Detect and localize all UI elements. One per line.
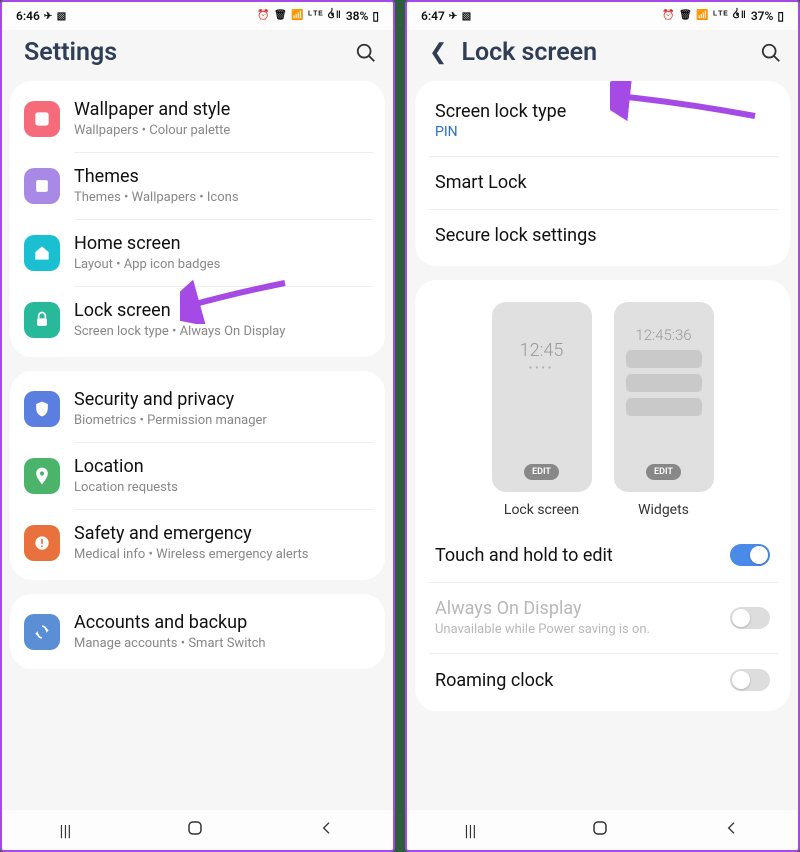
item-touch-hold-edit[interactable]: Touch and hold to edit — [415, 528, 790, 582]
item-title: Themes — [74, 166, 371, 187]
item-title: Wallpaper and style — [74, 99, 371, 120]
item-sub: Unavailable while Power saving is on. — [435, 622, 730, 637]
battery-icon: ▯ — [777, 9, 784, 23]
search-icon[interactable] — [355, 42, 377, 64]
item-title: Safety and emergency — [74, 523, 371, 544]
nav-bar: ||| — [407, 810, 798, 850]
settings-group: Accounts and backup Manage accounts • Sm… — [10, 594, 385, 669]
item-title: Security and privacy — [74, 389, 371, 410]
preview-label: Lock screen — [504, 502, 579, 518]
toggle-roaming-clock[interactable] — [730, 669, 770, 691]
back-icon[interactable]: ❮ — [429, 40, 447, 65]
item-screen-lock-type[interactable]: Screen lock type PIN — [415, 85, 790, 156]
settings-item-location[interactable]: Location Location requests — [10, 442, 385, 509]
status-bar: 6:46 ✈ ▧ ⏰ 🗑 📶 ᴸᵀᴱ ᪕‖ 38% ▯ — [2, 2, 393, 30]
settings-group: Screen lock type PIN Smart Lock Secure l… — [415, 81, 790, 266]
themes-icon — [24, 168, 60, 204]
header: Settings — [2, 30, 393, 81]
nav-back[interactable] — [319, 820, 335, 840]
item-title: Lock screen — [74, 300, 371, 321]
status-time: 6:46 — [16, 9, 40, 23]
item-title: Accounts and backup — [74, 612, 371, 633]
nav-home[interactable] — [591, 819, 609, 841]
settings-group: Wallpaper and style Wallpapers • Colour … — [10, 81, 385, 357]
widget-placeholder — [626, 398, 702, 416]
item-roaming-clock[interactable]: Roaming clock — [415, 653, 790, 707]
item-title: Always On Display — [435, 598, 730, 619]
item-sub: PIN — [435, 124, 770, 140]
nav-home[interactable] — [186, 819, 204, 841]
wallpaper-icon — [24, 101, 60, 137]
lock-settings-list: Screen lock type PIN Smart Lock Secure l… — [407, 81, 798, 810]
item-sub: Medical info • Wireless emergency alerts — [74, 547, 371, 562]
status-bar: 6:47 ✈ ▧ ⏰ 🗑 📶 ᴸᵀᴱ ᪕‖ 37% ▯ — [407, 2, 798, 30]
item-smart-lock[interactable]: Smart Lock — [415, 156, 790, 209]
shield-icon — [24, 391, 60, 427]
location-icon — [24, 458, 60, 494]
header: ❮ Lock screen — [407, 30, 798, 81]
settings-group: Security and privacy Biometrics • Permis… — [10, 371, 385, 580]
item-secure-lock-settings[interactable]: Secure lock settings — [415, 209, 790, 262]
settings-item-home-screen[interactable]: Home screen Layout • App icon badges — [10, 219, 385, 286]
item-title: Smart Lock — [435, 172, 770, 193]
item-title: Roaming clock — [435, 670, 730, 691]
widget-placeholder — [626, 374, 702, 392]
settings-item-security[interactable]: Security and privacy Biometrics • Permis… — [10, 375, 385, 442]
preview-dots: •••• — [529, 363, 555, 374]
nav-recent[interactable]: ||| — [465, 821, 477, 840]
item-sub: Wallpapers • Colour palette — [74, 123, 371, 138]
status-right-icons: ⏰ 🗑 📶 ᴸᵀᴱ ᪕‖ — [662, 8, 747, 24]
settings-item-wallpaper[interactable]: Wallpaper and style Wallpapers • Colour … — [10, 85, 385, 152]
status-left-icons: ✈ ▧ — [44, 11, 67, 22]
item-sub: Layout • App icon badges — [74, 257, 371, 272]
page-title: Settings — [24, 38, 341, 67]
search-icon[interactable] — [760, 42, 782, 64]
settings-screen: 6:46 ✈ ▧ ⏰ 🗑 📶 ᴸᵀᴱ ᪕‖ 38% ▯ Settings Wal… — [0, 0, 395, 852]
lock-screen-settings: 6:47 ✈ ▧ ⏰ 🗑 📶 ᴸᵀᴱ ᪕‖ 37% ▯ ❮ Lock scree… — [405, 0, 800, 852]
item-title: Secure lock settings — [435, 225, 770, 246]
preview-widgets[interactable]: 12:45:36 EDIT Widgets — [614, 302, 714, 518]
preview-time: 12:45 — [520, 340, 564, 361]
settings-item-safety[interactable]: Safety and emergency Medical info • Wire… — [10, 509, 385, 576]
item-title: Touch and hold to edit — [435, 545, 730, 566]
widget-placeholder — [626, 350, 702, 368]
item-sub: Themes • Wallpapers • Icons — [74, 190, 371, 205]
accounts-icon — [24, 614, 60, 650]
item-sub: Screen lock type • Always On Display — [74, 324, 371, 339]
nav-back[interactable] — [724, 820, 740, 840]
status-left-icons: ✈ ▧ — [449, 11, 472, 22]
status-battery: 37% — [751, 9, 774, 23]
home-icon — [24, 235, 60, 271]
item-sub: Location requests — [74, 480, 371, 495]
item-title: Screen lock type — [435, 101, 770, 122]
settings-item-themes[interactable]: Themes Themes • Wallpapers • Icons — [10, 152, 385, 219]
nav-recent[interactable]: ||| — [60, 821, 72, 840]
preview-lock-screen[interactable]: 12:45 •••• EDIT Lock screen — [492, 302, 592, 518]
preview-label: Widgets — [638, 502, 689, 518]
lock-icon — [24, 302, 60, 338]
item-sub: Biometrics • Permission manager — [74, 413, 371, 428]
item-title: Home screen — [74, 233, 371, 254]
item-title: Location — [74, 456, 371, 477]
toggle-aod — [730, 607, 770, 629]
edit-badge: EDIT — [524, 464, 559, 480]
preview-time: 12:45:36 — [635, 326, 691, 344]
item-sub: Manage accounts • Smart Switch — [74, 636, 371, 651]
page-title: Lock screen — [461, 38, 746, 67]
item-always-on-display: Always On Display Unavailable while Powe… — [415, 582, 790, 653]
settings-item-accounts[interactable]: Accounts and backup Manage accounts • Sm… — [10, 598, 385, 665]
lock-screen-previews: 12:45 •••• EDIT Lock screen 12:45:36 EDI… — [415, 284, 790, 528]
status-battery: 38% — [346, 9, 369, 23]
status-right-icons: ⏰ 🗑 📶 ᴸᵀᴱ ᪕‖ — [257, 8, 342, 24]
settings-item-lock-screen[interactable]: Lock screen Screen lock type • Always On… — [10, 286, 385, 353]
battery-icon: ▯ — [372, 9, 379, 23]
safety-icon — [24, 525, 60, 561]
edit-badge: EDIT — [646, 464, 681, 480]
status-time: 6:47 — [421, 9, 445, 23]
nav-bar: ||| — [2, 810, 393, 850]
settings-group: 12:45 •••• EDIT Lock screen 12:45:36 EDI… — [415, 280, 790, 711]
settings-list: Wallpaper and style Wallpapers • Colour … — [2, 81, 393, 810]
toggle-touch-hold[interactable] — [730, 544, 770, 566]
